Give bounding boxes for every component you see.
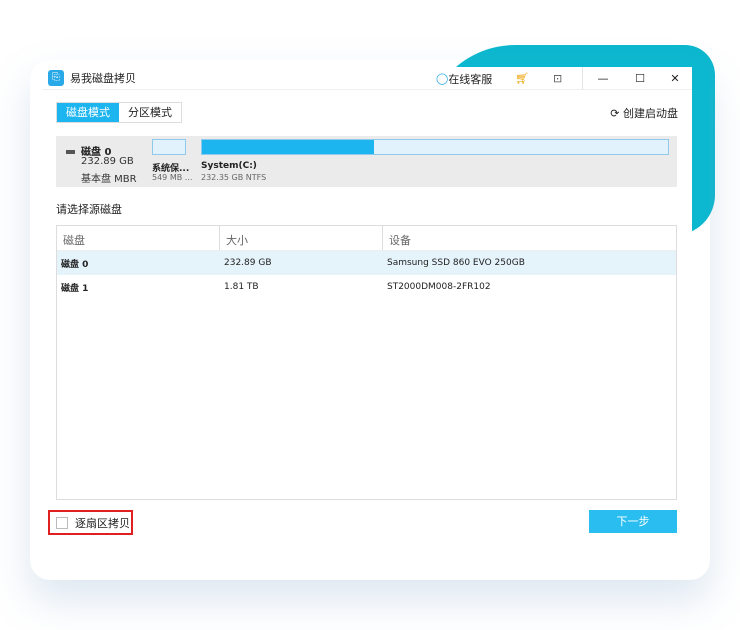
boot-disk-label: 创建启动盘: [623, 107, 678, 120]
divider: [582, 67, 583, 90]
maximize-button[interactable]: ☐: [630, 67, 650, 90]
source-disk-label: 请选择源磁盘: [56, 203, 122, 216]
app-title: 易我磁盘拷贝: [70, 72, 136, 85]
table-header: 磁盘 大小 设备: [57, 226, 676, 251]
partition-info: 232.35 GB NTFS: [201, 173, 267, 182]
tab-disk-mode[interactable]: 磁盘模式: [57, 103, 119, 122]
table-row[interactable]: 磁盘 0 232.89 GB Samsung SSD 860 EVO 250GB: [57, 251, 676, 275]
partition-info: 549 MB ...: [152, 173, 193, 182]
tab-partition-mode[interactable]: 分区模式: [119, 103, 181, 122]
disk-size: 232.89 GB: [81, 156, 134, 167]
partition-usage-fill: [202, 140, 375, 154]
refresh-icon: ⟳: [610, 107, 623, 120]
checkbox-box[interactable]: [56, 516, 68, 529]
app-logo-icon: ⎘: [48, 70, 64, 86]
partition-bar-system-c[interactable]: [201, 139, 669, 155]
cart-icon[interactable]: 🛒︎: [515, 67, 529, 90]
minimize-button[interactable]: —: [593, 67, 613, 90]
disk-type: 基本盘 MBR: [81, 174, 137, 185]
hard-drive-icon: [66, 150, 75, 154]
support-label: 在线客服: [448, 72, 493, 86]
cell-size: 232.89 GB: [224, 258, 272, 268]
chat-icon: ◯: [436, 72, 449, 85]
column-header-device[interactable]: 设备: [383, 226, 676, 250]
column-header-disk[interactable]: 磁盘: [57, 226, 220, 250]
support-button[interactable]: ◯ 在线客服: [436, 67, 492, 90]
create-boot-disk-button[interactable]: ⟳ 创建启动盘: [610, 105, 678, 121]
disk-map: 磁盘 0 232.89 GB 基本盘 MBR 系统保... 549 MB ...…: [56, 136, 677, 187]
mode-tabs: 磁盘模式 分区模式: [56, 102, 182, 123]
app-window: ⎘ 易我磁盘拷贝 ◯ 在线客服 🛒︎ ⊡ — ☐ ✕ 磁盘模式 分区模式 ⟳ 创建…: [43, 67, 692, 562]
close-button[interactable]: ✕: [665, 67, 685, 90]
cell-device: Samsung SSD 860 EVO 250GB: [387, 258, 525, 268]
sector-copy-checkbox[interactable]: 逐扇区拷贝: [48, 510, 133, 535]
cell-size: 1.81 TB: [224, 282, 259, 292]
cell-device: ST2000DM008-2FR102: [387, 282, 491, 292]
table-row[interactable]: 磁盘 1 1.81 TB ST2000DM008-2FR102: [57, 275, 676, 299]
column-header-size[interactable]: 大小: [220, 226, 383, 250]
title-bar: ⎘ 易我磁盘拷贝 ◯ 在线客服 🛒︎ ⊡ — ☐ ✕: [43, 67, 692, 90]
menu-icon[interactable]: ⊡: [553, 67, 562, 90]
cell-disk: 磁盘 0: [61, 259, 89, 270]
partition-bar-system-reserved[interactable]: [152, 139, 186, 155]
sector-copy-label: 逐扇区拷贝: [75, 516, 130, 530]
cell-disk: 磁盘 1: [61, 283, 89, 294]
next-button[interactable]: 下一步: [589, 510, 677, 533]
partition-label: System(C:): [201, 161, 257, 171]
disk-table: 磁盘 大小 设备 磁盘 0 232.89 GB Samsung SSD 860 …: [56, 225, 677, 500]
